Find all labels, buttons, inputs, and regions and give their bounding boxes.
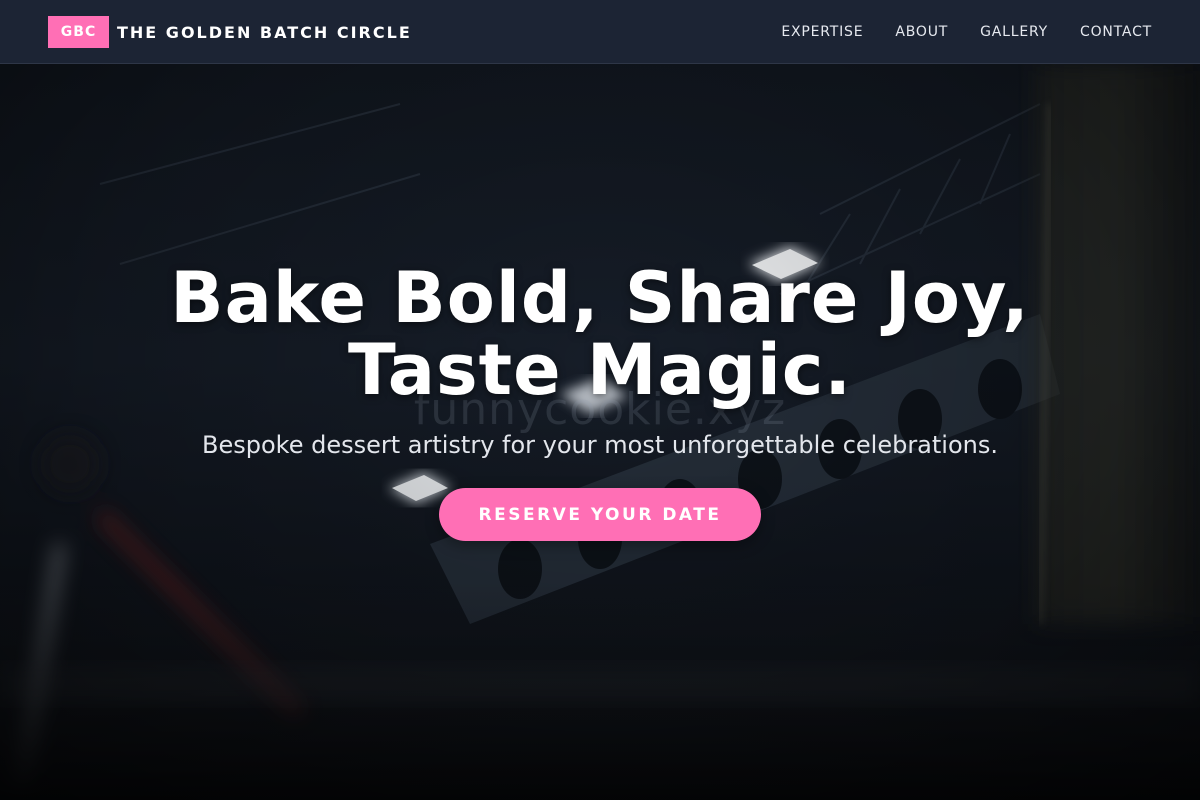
- hero-section: funnycookie.xyz Bake Bold, Share Joy, Ta…: [0, 64, 1200, 800]
- hero-subtitle: Bespoke dessert artistry for your most u…: [202, 431, 998, 459]
- nav-link-expertise[interactable]: EXPERTISE: [781, 24, 863, 40]
- top-navbar: GBC THE GOLDEN BATCH CIRCLE EXPERTISE AB…: [0, 0, 1200, 64]
- hero-content: Bake Bold, Share Joy, Taste Magic. Bespo…: [0, 262, 1200, 541]
- nav-link-about[interactable]: ABOUT: [895, 24, 948, 40]
- brand-logo[interactable]: GBC THE GOLDEN BATCH CIRCLE: [48, 16, 412, 48]
- nav-links: EXPERTISE ABOUT GALLERY CONTACT: [749, 0, 1152, 64]
- nav-link-contact[interactable]: CONTACT: [1080, 24, 1152, 40]
- brand-badge: GBC: [48, 16, 109, 48]
- hero-title-line-2: Taste Magic.: [347, 329, 853, 411]
- nav-link-gallery[interactable]: GALLERY: [980, 24, 1048, 40]
- hero-title: Bake Bold, Share Joy, Taste Magic.: [0, 262, 1200, 406]
- brand-name: THE GOLDEN BATCH CIRCLE: [117, 22, 412, 42]
- reserve-date-button[interactable]: RESERVE YOUR DATE: [439, 488, 761, 541]
- hero-title-line-1: Bake Bold, Share Joy,: [170, 257, 1030, 339]
- page: GBC THE GOLDEN BATCH CIRCLE EXPERTISE AB…: [0, 0, 1200, 800]
